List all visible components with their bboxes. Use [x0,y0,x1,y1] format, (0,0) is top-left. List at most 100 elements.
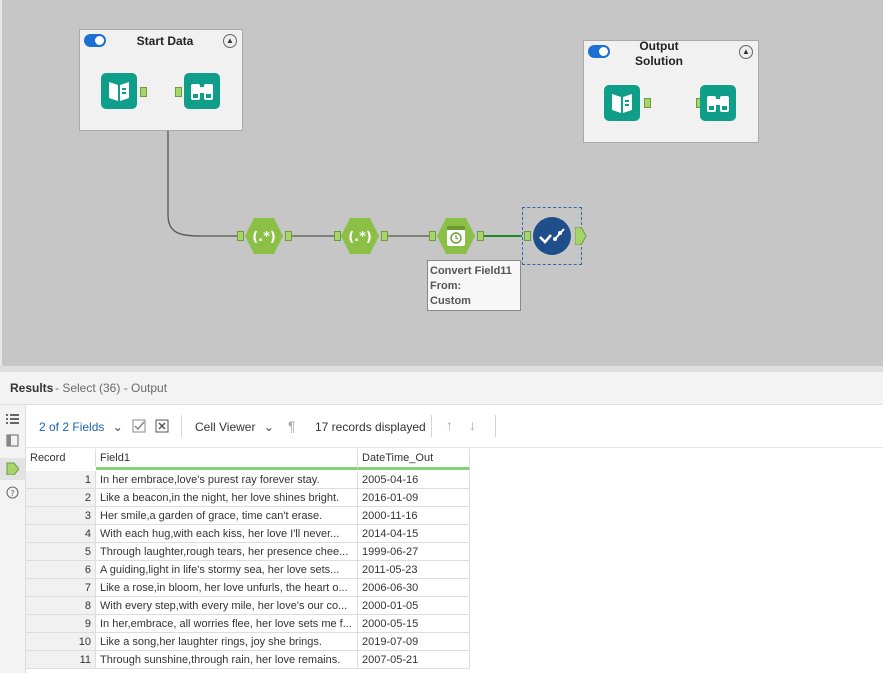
table-icon[interactable] [6,434,19,447]
cell-record[interactable]: 1 [26,471,96,489]
output-anchor[interactable] [285,231,292,241]
checkbox-icon[interactable] [132,419,146,433]
table-row[interactable]: 3 Her smile,a garden of grace, time can't… [26,507,470,525]
viewer-selector[interactable]: Cell Viewer ⌄ [195,420,274,434]
table-row[interactable]: 6A guiding,light in life's stormy sea, h… [26,561,470,579]
chevron-down-icon: ⌄ [263,420,274,434]
cell-field1[interactable]: Like a rose,in bloom, her love unfurls, … [96,579,358,597]
table-row[interactable]: 7 Like a rose,in bloom, her love unfurls,… [26,579,470,597]
cell-field1[interactable]: With each hug,with each kiss, her love I… [96,525,358,543]
table-row[interactable]: 2 Like a beacon,in the night, her love sh… [26,489,470,507]
cell-datetime[interactable]: 2000-11-16 [358,507,470,525]
cell-record[interactable]: 4 [26,525,96,543]
cell-field1[interactable]: Her smile,a garden of grace, time can't … [96,507,358,525]
cell-record[interactable]: 5 [26,543,96,561]
cell-record[interactable]: 3 [26,507,96,525]
svg-text:(.*): (.*) [252,230,276,245]
collapse-icon[interactable]: ▲ [739,45,753,59]
table-row[interactable]: 8 With every step,with every mile, her lo… [26,597,470,615]
collapse-icon[interactable]: ▲ [223,34,237,48]
list-icon[interactable] [6,413,19,426]
chevron-down-icon: ⌄ [112,420,123,434]
cell-datetime[interactable]: 2011-05-23 [358,561,470,579]
arrow-up-icon[interactable]: ↑ [446,417,453,433]
container-toggle[interactable] [588,45,610,58]
input-anchor[interactable] [237,231,244,241]
data-anchor-icon[interactable] [6,462,19,475]
cell-field1[interactable]: Through sunshine,through rain, her love … [96,651,358,669]
cell-field1[interactable]: Like a beacon,in the night, her love shi… [96,489,358,507]
column-header-datetime[interactable]: DateTime_Out [358,449,470,470]
annotation-line: Convert Field11 [430,265,512,277]
cell-record[interactable]: 10 [26,633,96,651]
table-row[interactable]: 1 In her embrace,love's purest ray foreve… [26,471,470,489]
input-anchor[interactable] [175,87,182,97]
cell-record[interactable]: 8 [26,597,96,615]
toolbar-separator [181,415,182,437]
regex-icon[interactable]: (.*) [244,216,284,256]
help-icon[interactable]: ? [6,486,19,499]
results-header: Results - Select (36) - Output [0,372,883,405]
table-row[interactable]: 4 With each hug,with each kiss, her love … [26,525,470,543]
pilcrow-icon[interactable]: ¶ [288,418,296,434]
cell-record[interactable]: 2 [26,489,96,507]
toolbar-separator [431,415,432,437]
cell-datetime[interactable]: 1999-06-27 [358,543,470,561]
cell-datetime[interactable]: 2000-01-05 [358,597,470,615]
cell-record[interactable]: 11 [26,651,96,669]
toolbar-separator [495,415,496,437]
cell-datetime[interactable]: 2005-04-16 [358,471,470,489]
input-anchor[interactable] [524,231,531,241]
container-title-line2: Solution [635,54,683,68]
output-anchor[interactable] [381,231,388,241]
input-anchor[interactable] [429,231,436,241]
column-header-record[interactable]: Record [26,449,96,467]
container-title: Start Data [136,34,194,48]
cell-record[interactable]: 9 [26,615,96,633]
container-title-line1: Output [639,39,679,53]
cell-field1[interactable]: Through laughter,rough tears, her presen… [96,543,358,561]
output-anchor[interactable] [644,98,651,108]
cell-datetime[interactable]: 2014-04-15 [358,525,470,543]
tool-annotation: Convert Field11 From: Custom [427,260,521,311]
browse-icon[interactable] [700,85,736,121]
cell-record[interactable]: 6 [26,561,96,579]
output-anchor[interactable] [575,227,587,245]
output-anchor[interactable] [477,231,484,241]
table-row[interactable]: 5 Through laughter,rough tears, her prese… [26,543,470,561]
regex-icon[interactable]: (.*) [340,216,380,256]
cell-datetime[interactable]: 2019-07-09 [358,633,470,651]
browse-icon[interactable] [184,73,220,109]
cell-field1[interactable]: Like a song,her laughter rings, joy she … [96,633,358,651]
cell-datetime[interactable]: 2000-05-15 [358,615,470,633]
annotation-line: From: [430,280,462,292]
fields-label: 2 of 2 Fields [39,420,105,434]
table-row[interactable]: 11 Through sunshine,through rain, her lov… [26,651,470,669]
viewer-label: Cell Viewer [195,420,256,434]
arrow-down-icon[interactable]: ↓ [469,417,476,433]
svg-text:(.*): (.*) [348,230,372,245]
cell-datetime[interactable]: 2016-01-09 [358,489,470,507]
table-row[interactable]: 10 Like a song,her laughter rings, joy sh… [26,633,470,651]
records-count: 17 records displayed [315,420,426,434]
select-icon[interactable] [533,217,571,255]
column-header-field1[interactable]: Field1 [96,449,358,470]
input-data-icon[interactable] [101,73,137,109]
cell-record[interactable]: 7 [26,579,96,597]
cell-datetime[interactable]: 2006-06-30 [358,579,470,597]
cell-field1[interactable]: In her,embrace, all worries flee, her lo… [96,615,358,633]
workflow-canvas[interactable]: Start Data ▲ Output Solution ▲ (.*) (.*) [0,0,883,366]
results-toolbar: 2 of 2 Fields ⌄ Cell Viewer ⌄ ¶ 17 recor… [26,405,883,448]
table-row[interactable]: 9 In her,embrace, all worries flee, her l… [26,615,470,633]
container-toggle[interactable] [84,34,106,47]
datetime-icon[interactable] [436,216,476,256]
output-anchor[interactable] [140,87,147,97]
results-sidebar: ? [0,405,26,673]
cell-datetime[interactable]: 2007-05-21 [358,651,470,669]
cell-field1[interactable]: With every step,with every mile, her lov… [96,597,358,615]
cell-field1[interactable]: A guiding,light in life's stormy sea, he… [96,561,358,579]
cell-field1[interactable]: In her embrace,love's purest ray forever… [96,471,358,489]
fields-selector[interactable]: 2 of 2 Fields ⌄ [39,420,123,434]
deselect-icon[interactable] [155,419,169,433]
input-data-icon[interactable] [604,85,640,121]
